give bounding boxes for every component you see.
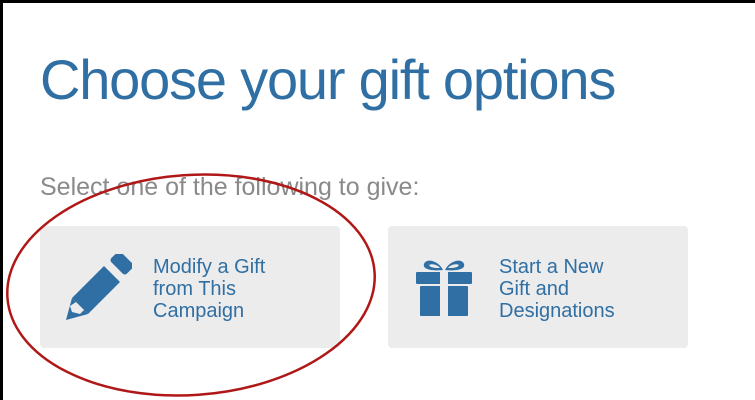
modify-gift-button[interactable]: Modify a Gift from This Campaign <box>40 226 340 348</box>
pencil-icon <box>66 254 132 320</box>
modify-gift-label: Modify a Gift from This Campaign <box>153 256 266 322</box>
page-subtitle: Select one of the following to give: <box>40 173 420 201</box>
page-title: Choose your gift options <box>40 48 616 111</box>
gift-icon <box>416 260 472 316</box>
start-new-gift-label: Start a New Gift and Designations <box>499 256 615 322</box>
start-new-gift-button[interactable]: Start a New Gift and Designations <box>388 226 688 348</box>
